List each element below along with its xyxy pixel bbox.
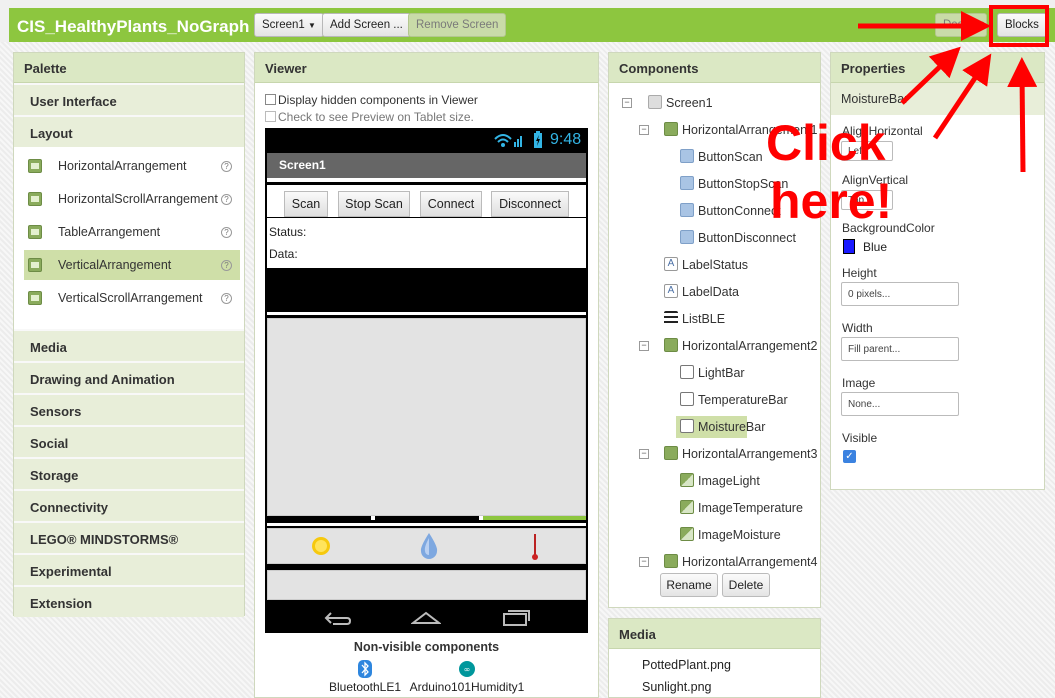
arrow-to-designer xyxy=(900,46,961,105)
arrow-to-blocks-diagonal xyxy=(932,53,992,140)
annotation-arrows xyxy=(858,11,1038,173)
arrow-up-to-blocks xyxy=(1007,57,1038,173)
